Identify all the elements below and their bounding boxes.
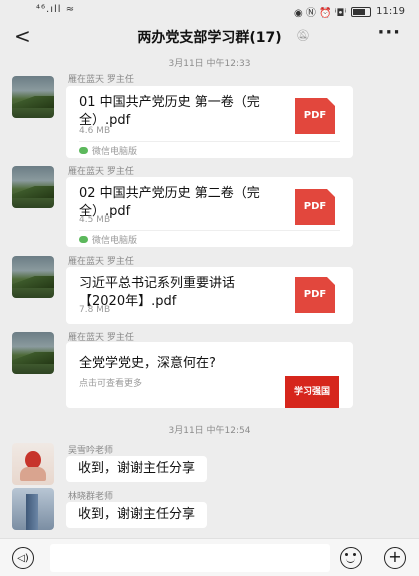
- avatar[interactable]: [12, 76, 54, 118]
- file-size: 4.5 MB: [79, 215, 111, 225]
- sender-name: 吴雪吟老师: [68, 446, 114, 456]
- source-label: 微信电脑版: [79, 144, 137, 157]
- avatar[interactable]: [12, 256, 54, 298]
- avatar[interactable]: [12, 443, 54, 485]
- text-message-bubble[interactable]: 收到，谢谢主任分享: [66, 502, 208, 528]
- pdf-file-icon: PDF: [295, 277, 335, 313]
- file-message-card[interactable]: 习近平总书记系列重要讲话【2020年】.pdf 7.8 MB PDF: [66, 267, 353, 324]
- link-message-card[interactable]: 全党学党史，深意何在? 点击可查看更多 学习强国: [66, 342, 353, 408]
- file-name: 01 中国共产党历史 第一卷（完全）.pdf: [79, 95, 260, 128]
- message-input[interactable]: [50, 544, 330, 572]
- wechat-icon: [79, 147, 88, 154]
- emoji-button[interactable]: [340, 547, 362, 569]
- link-title: 全党学党史，深意何在?: [79, 356, 216, 371]
- link-description: 点击可查看更多: [79, 379, 143, 389]
- voice-input-button[interactable]: ◁): [12, 547, 34, 569]
- file-size: 4.6 MB: [79, 126, 111, 136]
- clock: 11:19: [376, 6, 405, 17]
- xuexi-qiangguo-logo: 学习强国: [285, 376, 339, 408]
- wechat-icon: [79, 236, 88, 243]
- more-button[interactable]: ···: [377, 22, 401, 43]
- source-label: 微信电脑版: [79, 233, 137, 246]
- avatar[interactable]: [12, 488, 54, 530]
- avatar[interactable]: [12, 166, 54, 208]
- file-message-card[interactable]: 01 中国共产党历史 第一卷（完全）.pdf 4.6 MB PDF 微信电脑版: [66, 86, 353, 158]
- avatar[interactable]: [12, 332, 54, 374]
- sender-name: 雁在蓝天 罗主任: [68, 75, 134, 85]
- divider: [79, 230, 340, 231]
- chat-title: 两办党支部学习群(17): [137, 30, 282, 46]
- timestamp: 3月11日 中午12:54: [168, 426, 251, 436]
- pdf-file-icon: PDF: [295, 98, 335, 134]
- nav-bar: < 两办党支部学习群(17) 🔕︎ ···: [0, 22, 419, 52]
- sender-name: 雁在蓝天 罗主任: [68, 167, 134, 177]
- more-options-button[interactable]: +: [384, 547, 406, 569]
- file-size: 7.8 MB: [79, 305, 111, 315]
- text-message-bubble[interactable]: 收到，谢谢主任分享: [66, 456, 208, 482]
- battery-icon: [351, 6, 372, 17]
- divider: [79, 141, 340, 142]
- input-bar: ◁) +: [0, 538, 419, 576]
- sender-name: 雁在蓝天 罗主任: [68, 257, 134, 267]
- status-bar: ⁴⁶.ıll ≈ ◉ Ⓝ ⏰ ⁱ◘ⁱ 11:19: [0, 0, 419, 22]
- sender-name: 林晓群老师: [68, 492, 114, 502]
- pdf-file-icon: PDF: [295, 189, 335, 225]
- timestamp: 3月11日 中午12:33: [168, 59, 251, 69]
- bell-muted-icon: 🔕︎: [296, 29, 310, 42]
- file-message-card[interactable]: 02 中国共产党历史 第二卷（完全）.pdf 4.5 MB PDF 微信电脑版: [66, 177, 353, 247]
- status-icons: ◉ Ⓝ ⏰ ⁱ◘ⁱ: [293, 8, 347, 19]
- signal-indicator: ⁴⁶.ıll ≈: [36, 4, 76, 15]
